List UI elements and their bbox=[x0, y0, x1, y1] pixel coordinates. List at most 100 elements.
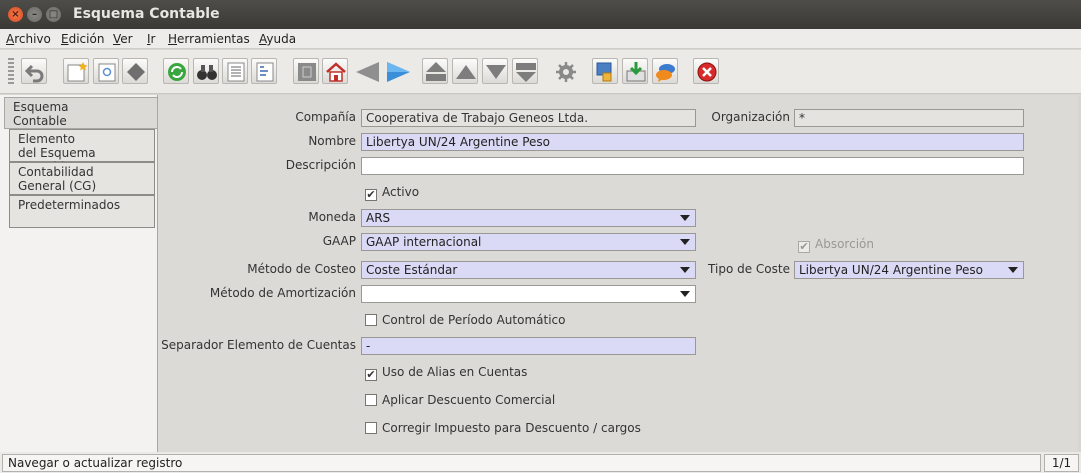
delete-record-icon bbox=[127, 63, 145, 81]
control-periodo-label: Control de Período Automático bbox=[382, 313, 566, 327]
exit-icon bbox=[697, 62, 717, 82]
metodo-costeo-label: Método de Costeo bbox=[247, 262, 356, 276]
refresh-icon bbox=[168, 63, 186, 81]
undo-icon bbox=[24, 64, 44, 83]
next-record-button[interactable] bbox=[382, 58, 410, 84]
chat-icon bbox=[656, 64, 675, 82]
menu-ver[interactable]: Ver bbox=[113, 32, 133, 46]
previous-page-button[interactable] bbox=[452, 58, 478, 84]
menu-herramientas[interactable]: Herramientas bbox=[168, 32, 250, 46]
tipo-coste-value: Libertya UN/24 Argentine Peso bbox=[799, 263, 983, 277]
undo-button[interactable] bbox=[21, 58, 47, 84]
descripcion-label: Descripción bbox=[285, 158, 356, 172]
tab-label-line1: Esquema bbox=[13, 100, 69, 114]
history-button[interactable] bbox=[222, 58, 248, 84]
moneda-select[interactable]: ARS bbox=[361, 209, 696, 227]
gaap-select[interactable]: GAAP internacional bbox=[361, 233, 696, 251]
last-record-icon bbox=[516, 63, 536, 82]
organizacion-field[interactable]: * bbox=[794, 109, 1024, 127]
metodo-costeo-select[interactable]: Coste Estándar bbox=[361, 261, 696, 279]
grid-toggle-icon bbox=[256, 62, 274, 82]
absorcion-checkbox: ✔ Absorción bbox=[798, 237, 874, 253]
tab-label-line1: Predeterminados bbox=[18, 198, 121, 212]
exit-button[interactable] bbox=[693, 58, 719, 84]
tab-label-line1: Elemento bbox=[18, 132, 76, 146]
checkbox-box: ✔ bbox=[365, 368, 377, 381]
previous-record-icon bbox=[356, 62, 379, 82]
uso-alias-checkbox[interactable]: ✔ Uso de Alias en Cuentas bbox=[365, 365, 527, 381]
previous-record-button[interactable] bbox=[352, 58, 379, 84]
menu-ayuda[interactable]: Ayuda bbox=[259, 32, 296, 46]
toolbar-grip-icon[interactable] bbox=[8, 58, 14, 86]
next-page-icon bbox=[486, 65, 506, 79]
corregir-impuesto-checkbox[interactable]: Corregir Impuesto para Descuento / cargo… bbox=[365, 421, 641, 435]
tab-predeterminados[interactable]: Predeterminados bbox=[9, 195, 155, 228]
metodo-costeo-value: Coste Estándar bbox=[366, 263, 458, 277]
export-button[interactable] bbox=[622, 58, 648, 84]
tab-elemento-esquema[interactable]: Elemento del Esquema Contable bbox=[9, 129, 155, 174]
chat-button[interactable] bbox=[652, 58, 678, 84]
form-panel: Compañía Cooperativa de Trabajo Geneos L… bbox=[157, 95, 1078, 452]
toolbar bbox=[0, 50, 1081, 94]
tipo-coste-select[interactable]: Libertya UN/24 Argentine Peso bbox=[794, 261, 1024, 279]
uso-alias-label: Uso de Alias en Cuentas bbox=[382, 365, 528, 379]
gaap-label: GAAP bbox=[322, 234, 356, 248]
find-icon bbox=[197, 65, 217, 80]
next-page-button[interactable] bbox=[482, 58, 508, 84]
absorcion-label: Absorción bbox=[815, 237, 874, 251]
activo-label: Activo bbox=[382, 185, 420, 199]
metodo-amortizacion-label: Método de Amortización bbox=[209, 286, 356, 300]
status-message: Navegar o actualizar registro bbox=[2, 454, 1041, 472]
activo-checkbox[interactable]: ✔ Activo bbox=[365, 185, 419, 201]
previous-page-icon bbox=[456, 65, 476, 79]
menu-edicion[interactable]: Edición bbox=[61, 32, 104, 46]
nombre-label: Nombre bbox=[308, 134, 356, 148]
window-maximize-icon[interactable]: □ bbox=[46, 7, 61, 22]
window-titlebar: × – □ Esquema Contable bbox=[0, 0, 1081, 29]
copy-record-button[interactable] bbox=[93, 58, 119, 84]
tab-contabilidad-general[interactable]: Contabilidad General (CG) bbox=[9, 162, 155, 195]
record-counter[interactable]: 1/1 bbox=[1044, 454, 1079, 472]
descripcion-input[interactable] bbox=[361, 157, 1024, 175]
refresh-button[interactable] bbox=[163, 58, 189, 84]
workflow-button[interactable] bbox=[552, 58, 578, 84]
tab-esquema-contable[interactable]: Esquema Contable bbox=[4, 97, 157, 129]
separador-input[interactable]: - bbox=[361, 337, 696, 355]
delete-record-button[interactable] bbox=[122, 58, 148, 84]
compania-field[interactable]: Cooperativa de Trabajo Geneos Ltda. bbox=[361, 109, 696, 127]
print-preview-icon bbox=[596, 62, 612, 82]
moneda-value: ARS bbox=[366, 211, 391, 225]
menu-archivo[interactable]: Archivo bbox=[6, 32, 51, 46]
tab-label-line2: Contable bbox=[13, 114, 67, 128]
last-record-button[interactable] bbox=[512, 58, 538, 84]
aplicar-descuento-label: Aplicar Descuento Comercial bbox=[382, 393, 556, 407]
chevron-down-icon[interactable] bbox=[680, 291, 690, 297]
home-button[interactable] bbox=[322, 58, 348, 84]
copy-record-icon bbox=[98, 63, 116, 82]
attachment-button[interactable] bbox=[293, 58, 319, 84]
new-record-button[interactable] bbox=[63, 58, 89, 84]
tab-label-line1: Contabilidad bbox=[18, 165, 94, 179]
corregir-impuesto-label: Corregir Impuesto para Descuento / cargo… bbox=[382, 421, 641, 435]
moneda-label: Moneda bbox=[308, 210, 356, 224]
control-periodo-checkbox[interactable]: Control de Período Automático bbox=[365, 313, 565, 327]
chevron-down-icon[interactable] bbox=[680, 215, 690, 221]
metodo-amortizacion-select[interactable] bbox=[361, 285, 696, 303]
grid-toggle-button[interactable] bbox=[251, 58, 277, 84]
print-preview-button[interactable] bbox=[592, 58, 618, 84]
window-minimize-icon[interactable]: – bbox=[27, 7, 42, 22]
chevron-down-icon[interactable] bbox=[680, 267, 690, 273]
history-icon bbox=[227, 62, 245, 82]
find-button[interactable] bbox=[193, 58, 219, 84]
checkbox-box bbox=[365, 394, 377, 406]
aplicar-descuento-checkbox[interactable]: Aplicar Descuento Comercial bbox=[365, 393, 555, 407]
chevron-down-icon[interactable] bbox=[1008, 267, 1018, 273]
window-close-icon[interactable]: × bbox=[8, 7, 23, 22]
chevron-down-icon[interactable] bbox=[680, 239, 690, 245]
menu-ir[interactable]: Ir bbox=[147, 32, 155, 46]
nombre-input[interactable]: Libertya UN/24 Argentine Peso bbox=[361, 133, 1024, 151]
organizacion-label: Organización bbox=[711, 110, 790, 124]
new-record-icon bbox=[67, 62, 88, 82]
first-record-button[interactable] bbox=[422, 58, 448, 84]
gaap-value: GAAP internacional bbox=[366, 235, 482, 249]
